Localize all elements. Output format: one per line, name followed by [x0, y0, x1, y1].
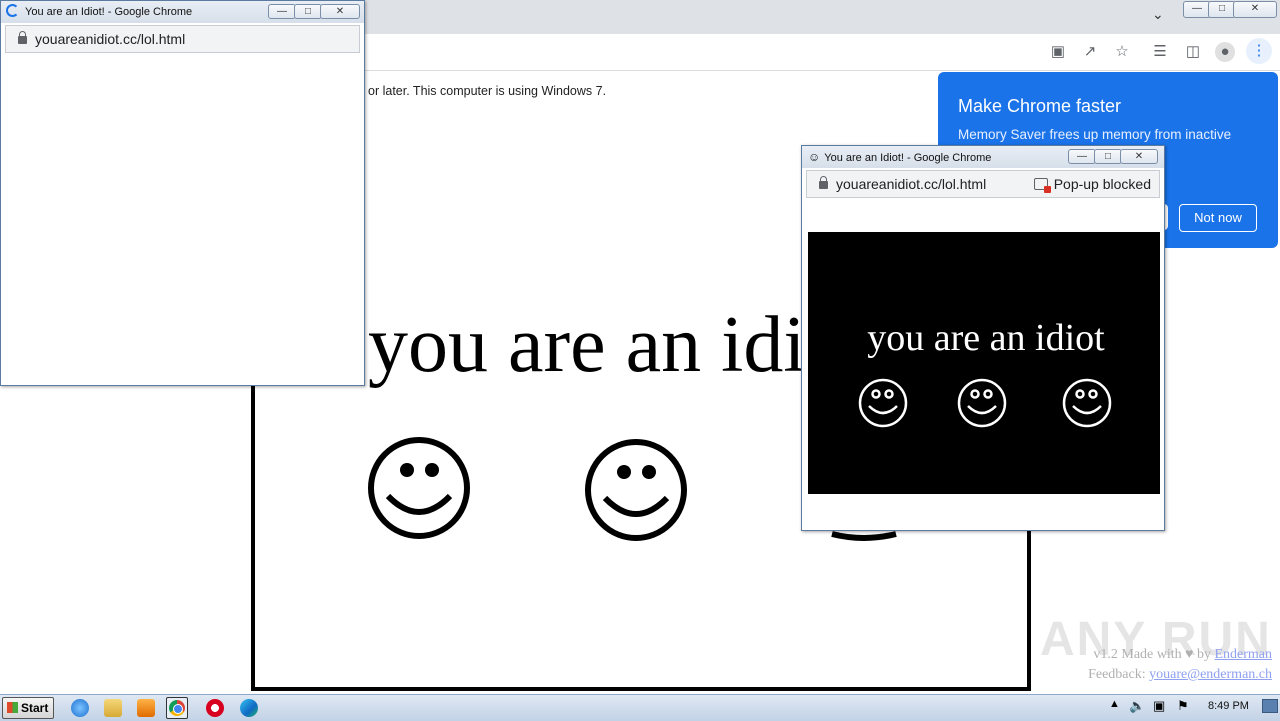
folder-icon[interactable] [104, 699, 122, 717]
feedback-line: Feedback: youare@enderman.ch [1088, 667, 1272, 682]
popup-blocked-label: Pop-up blocked [1053, 176, 1151, 192]
windows-taskbar: Start ▲ 🔈 ▣ ⚑ 8:49 PM [0, 694, 1280, 721]
os-warning-text: or later. This computer is using Windows… [368, 84, 607, 98]
close-button[interactable]: ✕ [320, 4, 360, 19]
smiley-favicon-icon: ☺ [808, 150, 821, 164]
ie-icon[interactable] [71, 699, 89, 717]
popup-titlebar[interactable]: You are an Idiot! - Google Chrome — □ ✕ [1, 1, 364, 23]
loading-spinner-icon [6, 4, 19, 17]
idiot-message: you are an idiot [368, 301, 868, 389]
volume-icon[interactable]: 🔈 [1129, 698, 1145, 714]
not-now-button[interactable]: Not now [1179, 204, 1257, 232]
edge-icon[interactable] [240, 699, 258, 717]
smiley-icon [368, 437, 470, 539]
start-button[interactable]: Start [2, 697, 54, 719]
smiley-icon [858, 378, 908, 428]
popup-blocked-icon [1033, 178, 1051, 193]
maximize-button[interactable]: □ [1094, 149, 1122, 164]
popup-url-text: youareanidiot.cc/lol.html [836, 176, 987, 192]
popup-window-left: You are an Idiot! - Google Chrome — □ ✕ … [0, 0, 365, 386]
popup-smiley-row [858, 378, 1112, 428]
smiley-icon [585, 439, 687, 541]
bubble-title: Make Chrome faster [958, 96, 1122, 116]
popup-title-text: You are an Idiot! - Google Chrome [824, 152, 992, 164]
tab-search-chevron-icon[interactable]: ⌄ [1152, 6, 1164, 23]
smiley-icon [1062, 378, 1112, 428]
smiley-icon [831, 531, 897, 541]
maximize-button[interactable]: □ [1208, 1, 1236, 18]
popup-titlebar[interactable]: ☺ You are an Idiot! - Google Chrome — □ ✕ [802, 146, 1164, 168]
profile-icon[interactable]: ● [1215, 42, 1235, 62]
network-icon[interactable]: ▣ [1153, 698, 1165, 714]
credits-line: v1.2 Made with ♥ by Enderman [1093, 647, 1272, 662]
media-queue-icon[interactable]: ☰ [1150, 42, 1170, 62]
popup-blocked-indicator[interactable]: Pop-up blocked [1033, 171, 1151, 197]
close-button[interactable]: ✕ [1233, 1, 1277, 18]
menu-kebab-icon[interactable]: ⋮ [1246, 38, 1272, 64]
popup-content-black: you are an idiot [808, 232, 1160, 494]
bookmark-star-icon[interactable]: ☆ [1112, 42, 1132, 62]
minimize-button[interactable]: — [1068, 149, 1096, 164]
popup-url-text: youareanidiot.cc/lol.html [35, 31, 186, 47]
opera-icon[interactable] [206, 699, 224, 717]
chrome-icon[interactable] [166, 697, 188, 719]
action-center-flag-icon[interactable]: ⚑ [1177, 698, 1189, 714]
share-icon[interactable]: ↗ [1080, 42, 1100, 62]
popup-address-bar[interactable]: youareanidiot.cc/lol.html [5, 25, 360, 53]
tray-area: ▲ 🔈 ▣ ⚑ [1105, 698, 1205, 718]
popup-idiot-message: you are an idiot [867, 317, 1105, 359]
popup-address-bar[interactable]: youareanidiot.cc/lol.html Pop-up blocked [806, 170, 1160, 198]
lock-icon [18, 31, 27, 44]
close-button[interactable]: ✕ [1120, 149, 1158, 164]
tray-expand-icon[interactable]: ▲ [1109, 698, 1120, 710]
feedback-email-link[interactable]: youare@enderman.ch [1149, 667, 1272, 682]
lock-icon [819, 176, 828, 189]
windows-logo-icon [7, 702, 18, 713]
side-panel-icon[interactable]: ◫ [1183, 42, 1203, 62]
minimize-button[interactable]: — [1183, 1, 1211, 18]
maximize-button[interactable]: □ [294, 4, 322, 19]
author-link[interactable]: Enderman [1214, 647, 1272, 662]
show-desktop-button[interactable] [1262, 699, 1278, 713]
popup-title-text: You are an Idiot! - Google Chrome [25, 6, 193, 18]
minimize-button[interactable]: — [268, 4, 296, 19]
media-player-icon[interactable] [137, 699, 155, 717]
popup-blocked-icon[interactable]: ▣ [1048, 42, 1068, 62]
popup-window-right: ☺ You are an Idiot! - Google Chrome — □ ✕… [801, 145, 1165, 531]
smiley-icon [957, 378, 1007, 428]
system-clock[interactable]: 8:49 PM [1208, 700, 1249, 712]
